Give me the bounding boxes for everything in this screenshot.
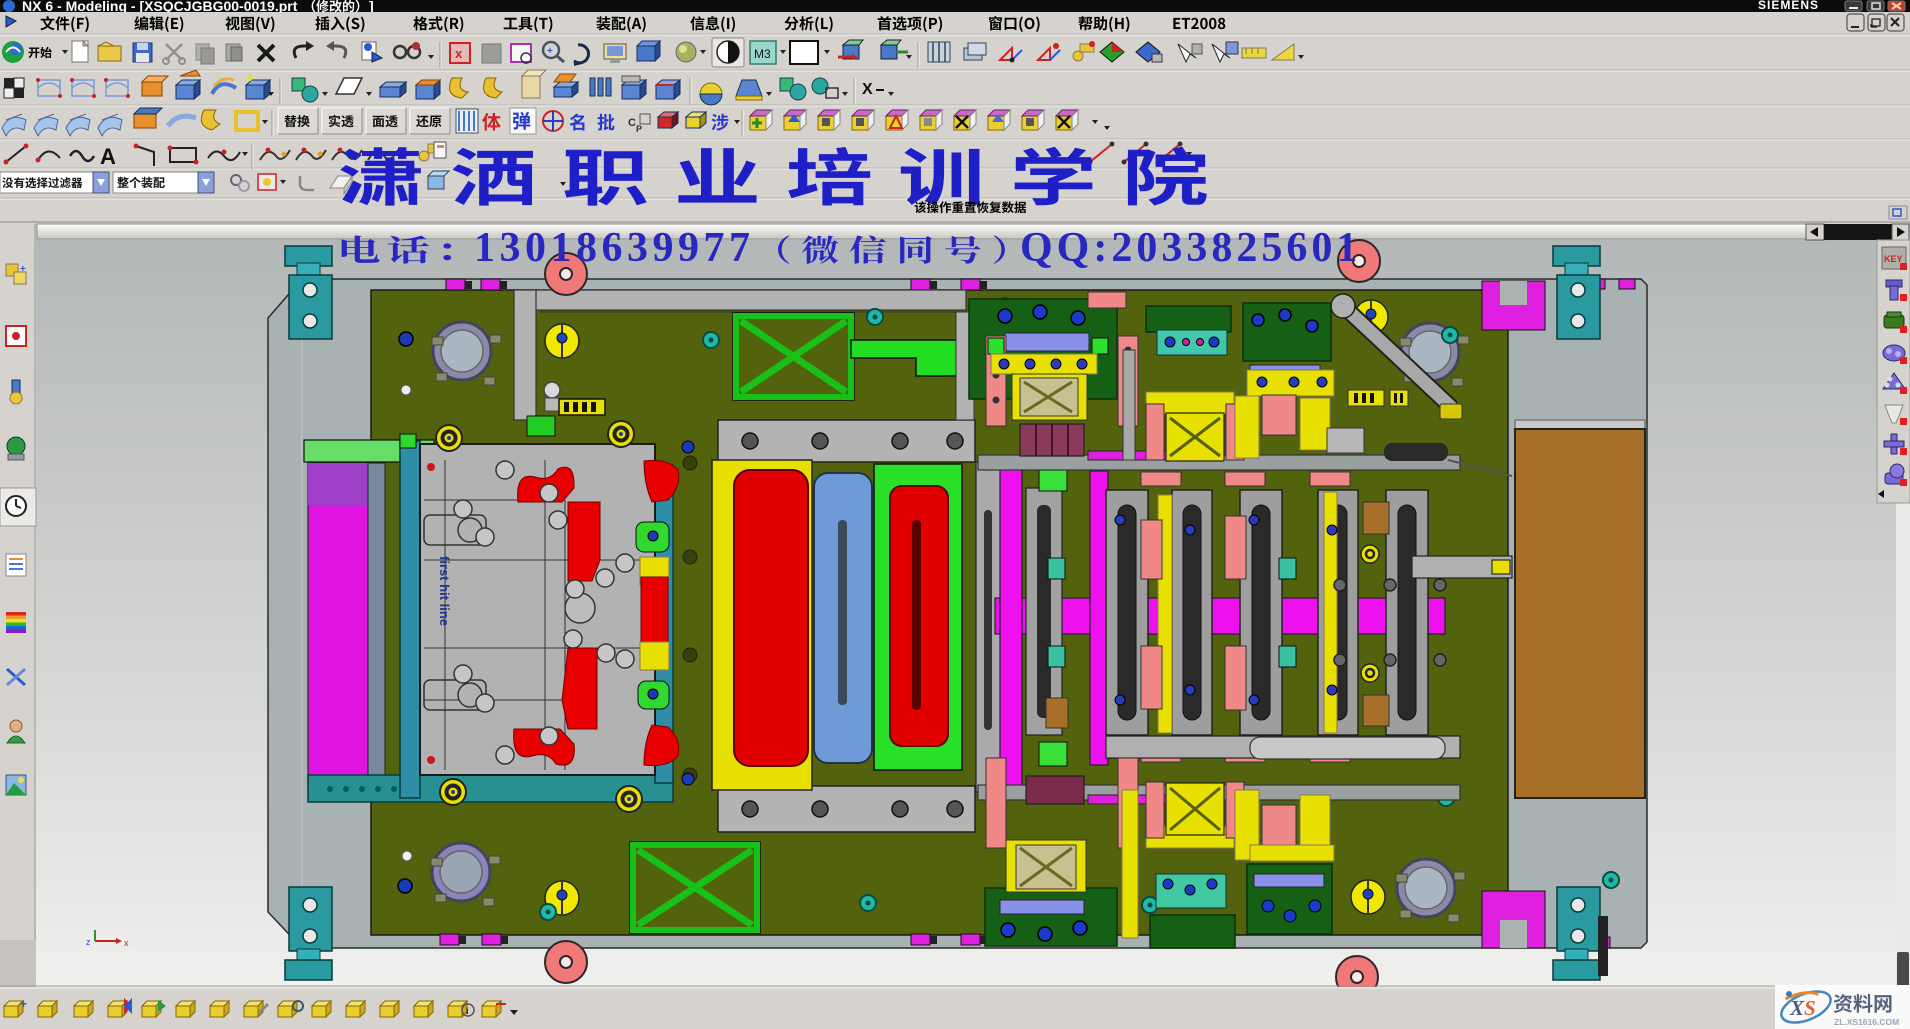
svg-text:M3: M3 xyxy=(754,47,771,61)
svg-text:+: + xyxy=(20,264,26,275)
svg-text:first hit line: first hit line xyxy=(437,556,452,626)
svg-text:z: z xyxy=(86,937,91,947)
svg-text:S: S xyxy=(1804,996,1816,1020)
svg-text:+: + xyxy=(20,997,27,1011)
svg-text:KEY: KEY xyxy=(1884,254,1903,264)
svg-text:QQ:2033825601: QQ:2033825601 xyxy=(1020,225,1361,271)
svg-text:+: + xyxy=(547,46,553,57)
svg-text:ZL.XS1616.COM: ZL.XS1616.COM xyxy=(1834,1017,1899,1027)
svg-text:]: ] xyxy=(369,0,374,14)
svg-text:X: X xyxy=(1789,996,1805,1020)
svg-text:x: x xyxy=(455,46,463,61)
svg-text:C: C xyxy=(628,117,636,129)
svg-text:SIEMENS: SIEMENS xyxy=(1758,0,1819,12)
svg-text:NX 6 - Modeling - [XSQCJGBG00-: NX 6 - Modeling - [XSQCJGBG00-0019.prt xyxy=(22,0,298,14)
svg-text:A: A xyxy=(100,144,116,169)
svg-text:X: X xyxy=(862,81,873,98)
svg-text:i: i xyxy=(466,1006,469,1016)
svg-text:P: P xyxy=(636,124,642,134)
svg-text:13018639977: 13018639977 xyxy=(474,225,755,271)
svg-text:x: x xyxy=(124,938,129,948)
